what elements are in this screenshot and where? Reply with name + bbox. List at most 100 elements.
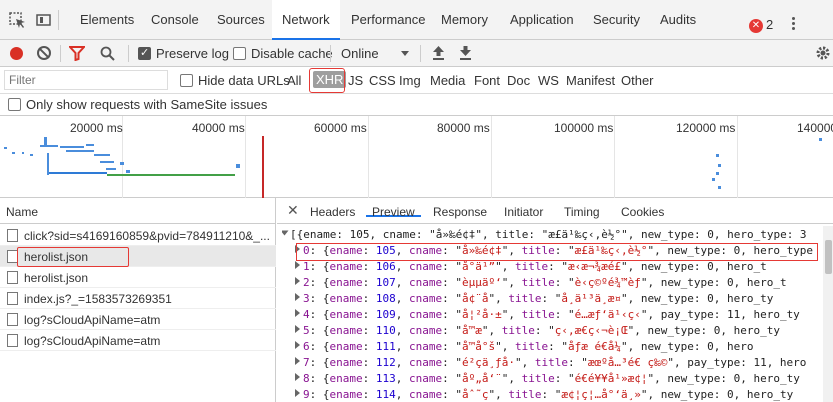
filter-type-font[interactable]: Font [474, 73, 500, 88]
tick-label: 100000 ms [554, 121, 614, 135]
request-name: log?sCloudApiName=atm [24, 334, 161, 348]
expand-triangle-icon[interactable] [295, 309, 300, 317]
filter-icon[interactable] [69, 46, 85, 61]
tab-security[interactable]: Security [593, 0, 640, 40]
waterfall-bar [718, 164, 721, 167]
samesite-label[interactable]: Only show requests with SameSite issues [26, 97, 267, 112]
filter-input[interactable] [4, 70, 168, 90]
expand-triangle-icon[interactable] [295, 325, 300, 333]
filter-type-ws[interactable]: WS [538, 73, 559, 88]
grid-line [737, 116, 738, 198]
tick-label: 140000 [797, 121, 833, 135]
timeline-overview[interactable]: 20000 ms 40000 ms 60000 ms 80000 ms 1000… [0, 116, 833, 198]
expand-triangle-icon[interactable] [295, 389, 300, 397]
preserve-log-checkbox[interactable] [138, 46, 151, 60]
tab-response[interactable]: Response [433, 205, 487, 219]
scrollbar-thumb[interactable] [825, 240, 832, 274]
tab-initiator[interactable]: Initiator [504, 205, 543, 219]
tick-label: 120000 ms [676, 121, 736, 135]
filter-type-js[interactable]: JS [348, 73, 363, 88]
tab-memory[interactable]: Memory [441, 0, 488, 40]
filter-type-css[interactable]: CSS [369, 73, 396, 88]
grid-line [368, 116, 369, 198]
json-array-item[interactable]: 4: {ename: 109, cname: "å¦²å·±", title: … [295, 307, 823, 323]
request-detail-pane: ✕ Headers Preview Response Initiator Tim… [277, 198, 833, 402]
tab-elements[interactable]: Elements [80, 0, 134, 40]
waterfall-bar [30, 154, 33, 156]
request-row[interactable]: log?sCloudApiName=atm [0, 330, 276, 351]
tab-network[interactable]: Network [272, 0, 340, 40]
expand-triangle-icon[interactable] [295, 293, 300, 301]
tick-label: 40000 ms [192, 121, 245, 135]
request-name: click?sid=s4169160859&pvid=784911210&_..… [24, 229, 270, 243]
error-icon[interactable]: ✕ [749, 19, 763, 33]
network-toolbar: Preserve log Disable cache Online [0, 40, 833, 67]
more-options-icon[interactable] [792, 17, 796, 33]
json-array-item[interactable]: 6: {ename: 111, cname: "å­™å°š", title: … [295, 339, 823, 355]
search-icon[interactable] [100, 46, 115, 61]
expand-triangle-icon[interactable] [295, 373, 300, 381]
tab-headers[interactable]: Headers [310, 205, 355, 219]
json-summary-line[interactable]: [{ename: 105, cname: "å»‰é¢‡", title: "æ… [282, 227, 823, 243]
waterfall-bar [716, 154, 719, 157]
tick-label: 20000 ms [70, 121, 123, 135]
json-array-item[interactable]: 1: {ename: 106, cname: "å°ä¹”", title: "… [295, 259, 823, 275]
expand-triangle-icon[interactable] [295, 261, 300, 269]
filter-type-img[interactable]: Img [399, 73, 421, 88]
record-icon[interactable] [10, 47, 23, 60]
waterfall-bar [107, 174, 235, 176]
hide-data-urls-checkbox[interactable] [180, 74, 193, 87]
close-icon[interactable]: ✕ [287, 202, 299, 219]
json-array-item[interactable]: 9: {ename: 114, cname: "åˆ˜ç", title: "æ… [295, 387, 823, 402]
json-array-item[interactable]: 5: {ename: 110, cname: "å­™æ", title: "ç… [295, 323, 823, 339]
tab-bar-divider [58, 10, 59, 30]
filter-type-doc[interactable]: Doc [507, 73, 530, 88]
tab-application[interactable]: Application [510, 0, 574, 40]
expand-triangle-icon[interactable] [295, 357, 300, 365]
samesite-checkbox[interactable] [8, 98, 21, 111]
export-har-icon[interactable] [459, 45, 472, 61]
gear-icon[interactable] [815, 45, 831, 61]
expand-triangle-icon[interactable] [295, 341, 300, 349]
chevron-down-icon[interactable] [401, 51, 409, 56]
filter-type-other[interactable]: Other [621, 73, 654, 88]
filter-type-media[interactable]: Media [430, 73, 465, 88]
clear-icon[interactable] [37, 46, 51, 60]
filter-type-manifest[interactable]: Manifest [566, 73, 615, 88]
import-har-icon[interactable] [432, 45, 445, 61]
json-array-item[interactable]: 2: {ename: 107, cname: "èµµäº‘", title: … [295, 275, 823, 291]
collapse-triangle-icon[interactable] [282, 230, 289, 236]
waterfall-bar [22, 152, 24, 154]
tab-cookies[interactable]: Cookies [621, 205, 664, 219]
detail-tab-bar: ✕ Headers Preview Response Initiator Tim… [277, 198, 833, 224]
hide-data-urls-label[interactable]: Hide data URLs [198, 73, 290, 88]
json-array-item[interactable]: 8: {ename: 113, cname: "åº„å‘¨", title: … [295, 371, 823, 387]
toolbar-divider [420, 45, 421, 62]
device-toolbar-icon[interactable] [35, 12, 53, 30]
grid-line [614, 116, 615, 198]
waterfall-bar [66, 150, 94, 152]
request-row[interactable]: log?sCloudApiName=atm [0, 309, 276, 330]
disable-cache-checkbox[interactable] [233, 47, 246, 60]
inspect-element-icon[interactable] [9, 12, 27, 30]
name-column-header[interactable]: Name [0, 198, 276, 224]
request-row[interactable]: herolist.json [0, 267, 276, 288]
tab-audits[interactable]: Audits [660, 0, 696, 40]
tab-sources[interactable]: Sources [217, 0, 265, 40]
filter-type-all[interactable]: All [287, 73, 301, 88]
json-array-item[interactable]: 7: {ename: 112, cname: "é²ç­ä¸ƒå·", titl… [295, 355, 823, 371]
throttling-select[interactable]: Online [341, 46, 379, 61]
expand-triangle-icon[interactable] [295, 277, 300, 285]
tab-preview[interactable]: Preview [366, 198, 421, 219]
request-row[interactable]: index.js?_=1583573269351 [0, 288, 276, 309]
tab-timing[interactable]: Timing [564, 205, 600, 219]
json-array-item[interactable]: 3: {ename: 108, cname: "å¢¨å­", title: "… [295, 291, 823, 307]
file-icon [7, 292, 18, 305]
request-row[interactable]: click?sid=s4169160859&pvid=784911210&_..… [0, 225, 276, 246]
tab-console[interactable]: Console [151, 0, 199, 40]
preserve-log-label[interactable]: Preserve log [156, 46, 229, 61]
tab-performance[interactable]: Performance [351, 0, 425, 40]
request-name: log?sCloudApiName=atm [24, 313, 161, 327]
disable-cache-label[interactable]: Disable cache [251, 46, 333, 61]
error-count[interactable]: 2 [766, 17, 773, 32]
